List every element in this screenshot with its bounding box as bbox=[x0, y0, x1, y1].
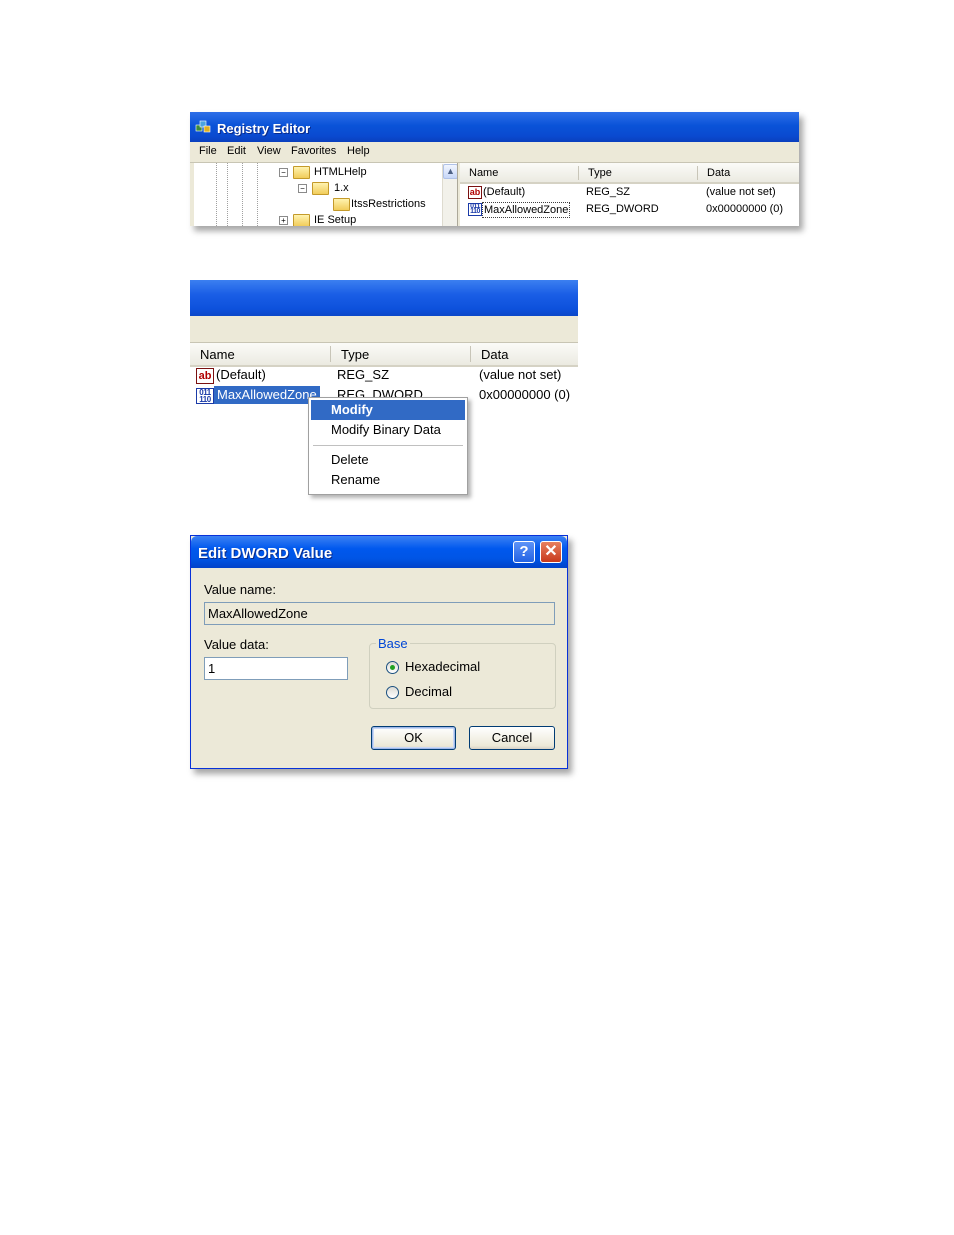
radio-label: Decimal bbox=[405, 684, 452, 699]
base-group-title: Base bbox=[376, 636, 410, 651]
scroll-up-arrow-icon[interactable]: ▲ bbox=[443, 164, 457, 179]
radio-unselected-icon bbox=[386, 686, 399, 699]
binary-value-icon: 011 110 bbox=[196, 388, 214, 404]
value-data-label: Value data: bbox=[204, 637, 269, 652]
menu-item-modify[interactable]: Modify bbox=[311, 400, 465, 420]
tree-item-itssrestrictions[interactable]: ItssRestrictions bbox=[318, 196, 442, 212]
help-icon: ? bbox=[519, 543, 529, 560]
cancel-button[interactable]: Cancel bbox=[469, 726, 555, 750]
column-data[interactable]: Data bbox=[707, 167, 730, 179]
edit-dword-dialog: Edit DWORD Value ? ✕ Value name: MaxAllo… bbox=[190, 535, 568, 769]
menu-bar bbox=[190, 316, 578, 343]
context-menu-screenshot: Name Type Data ab (Default) REG_SZ (valu… bbox=[190, 280, 578, 496]
value-data-input[interactable]: 1 bbox=[204, 657, 348, 680]
tree-item-label: HTMLHelp bbox=[314, 166, 367, 178]
list-item[interactable]: ab (Default) REG_SZ (value not set) bbox=[190, 365, 578, 385]
tree-guide-line bbox=[242, 163, 243, 226]
string-value-icon: ab bbox=[468, 186, 482, 199]
binary-value-icon: 011 110 bbox=[468, 203, 482, 216]
close-button[interactable]: ✕ bbox=[540, 541, 562, 563]
folder-icon bbox=[293, 214, 310, 226]
string-value-icon: ab bbox=[196, 368, 214, 384]
dialog-body: Value name: MaxAllowedZone Value data: 1… bbox=[194, 568, 564, 766]
title-bar[interactable]: Registry Editor bbox=[190, 112, 799, 142]
dialog-title: Edit DWORD Value bbox=[198, 545, 333, 562]
menu-favorites[interactable]: Favorites bbox=[291, 145, 336, 157]
value-name: (Default) bbox=[483, 186, 526, 198]
tree-item-ie-setup[interactable]: + IE Setup bbox=[278, 212, 438, 226]
tree-item-1x[interactable]: − 1.x bbox=[297, 180, 437, 196]
value-data: (value not set) bbox=[706, 186, 776, 198]
value-data: (value not set) bbox=[479, 367, 562, 382]
folder-icon bbox=[333, 198, 350, 211]
key-tree[interactable]: − HTMLHelp − 1.x ItssRestrictions + IE S… bbox=[194, 163, 458, 226]
menu-separator bbox=[313, 445, 463, 446]
list-header: Name Type Data bbox=[460, 163, 799, 184]
value-name-label: Value name: bbox=[204, 582, 277, 597]
tree-guide-line bbox=[216, 163, 217, 226]
column-data[interactable]: Data bbox=[481, 347, 508, 362]
radio-label: Hexadecimal bbox=[405, 659, 481, 674]
tree-scrollbar[interactable]: ▲ bbox=[442, 164, 457, 226]
list-item[interactable]: 011 110 MaxAllowedZone REG_DWORD 0x000000… bbox=[460, 201, 799, 218]
tree-item-label: ItssRestrictions bbox=[351, 198, 426, 210]
registry-editor-icon bbox=[195, 120, 211, 133]
menu-item-delete[interactable]: Delete bbox=[311, 450, 465, 470]
value-type: REG_DWORD bbox=[586, 203, 659, 215]
menu-bar: File Edit View Favorites Help bbox=[190, 142, 799, 163]
collapse-icon[interactable]: − bbox=[279, 168, 288, 177]
list-header: Name Type Data bbox=[190, 343, 578, 367]
help-button[interactable]: ? bbox=[513, 541, 535, 563]
registry-editor-window: Registry Editor File Edit View Favorites… bbox=[190, 112, 799, 226]
value-name: MaxAllowedZone bbox=[482, 202, 571, 218]
menu-item-modify-binary-data[interactable]: Modify Binary Data bbox=[311, 420, 465, 440]
tree-guide-line bbox=[257, 163, 258, 226]
close-icon: ✕ bbox=[544, 543, 558, 560]
title-bar bbox=[190, 280, 578, 316]
value-data: 0x00000000 (0) bbox=[479, 387, 571, 402]
context-menu: Modify Modify Binary Data Delete Rename bbox=[308, 397, 468, 495]
window-title: Registry Editor bbox=[217, 121, 311, 136]
folder-icon bbox=[312, 182, 329, 195]
radio-hexadecimal[interactable]: Hexadecimal bbox=[386, 659, 506, 677]
value-list[interactable]: Name Type Data ab (Default) REG_SZ (valu… bbox=[460, 163, 799, 226]
dialog-title-bar[interactable]: Edit DWORD Value ? ✕ bbox=[191, 536, 567, 568]
menu-view[interactable]: View bbox=[257, 145, 281, 157]
value-type: REG_SZ bbox=[337, 367, 390, 382]
menu-item-rename[interactable]: Rename bbox=[311, 470, 465, 490]
tree-item-label: 1.x bbox=[334, 182, 349, 194]
column-type[interactable]: Type bbox=[341, 347, 369, 362]
radio-decimal[interactable]: Decimal bbox=[386, 684, 506, 702]
column-type[interactable]: Type bbox=[588, 167, 612, 179]
value-name-selected: MaxAllowedZone bbox=[214, 386, 320, 404]
menu-file[interactable]: File bbox=[199, 145, 217, 157]
ok-button[interactable]: OK bbox=[371, 726, 456, 750]
expand-icon[interactable]: + bbox=[279, 216, 288, 225]
radio-selected-icon bbox=[386, 661, 399, 674]
value-data: 0x00000000 (0) bbox=[706, 203, 784, 215]
value-type: REG_SZ bbox=[586, 186, 631, 198]
value-name: (Default) bbox=[216, 367, 266, 382]
tree-item-label: IE Setup bbox=[314, 214, 357, 226]
collapse-icon[interactable]: − bbox=[298, 184, 307, 193]
list-item[interactable]: ab (Default) REG_SZ (value not set) bbox=[460, 184, 799, 201]
column-name[interactable]: Name bbox=[200, 347, 235, 362]
value-name-field[interactable]: MaxAllowedZone bbox=[204, 602, 555, 625]
menu-help[interactable]: Help bbox=[347, 145, 370, 157]
menu-edit[interactable]: Edit bbox=[227, 145, 246, 157]
tree-guide-line bbox=[227, 163, 228, 226]
column-name[interactable]: Name bbox=[469, 167, 498, 179]
tree-item-htmlhelp[interactable]: − HTMLHelp bbox=[278, 164, 438, 180]
folder-icon bbox=[293, 166, 310, 179]
